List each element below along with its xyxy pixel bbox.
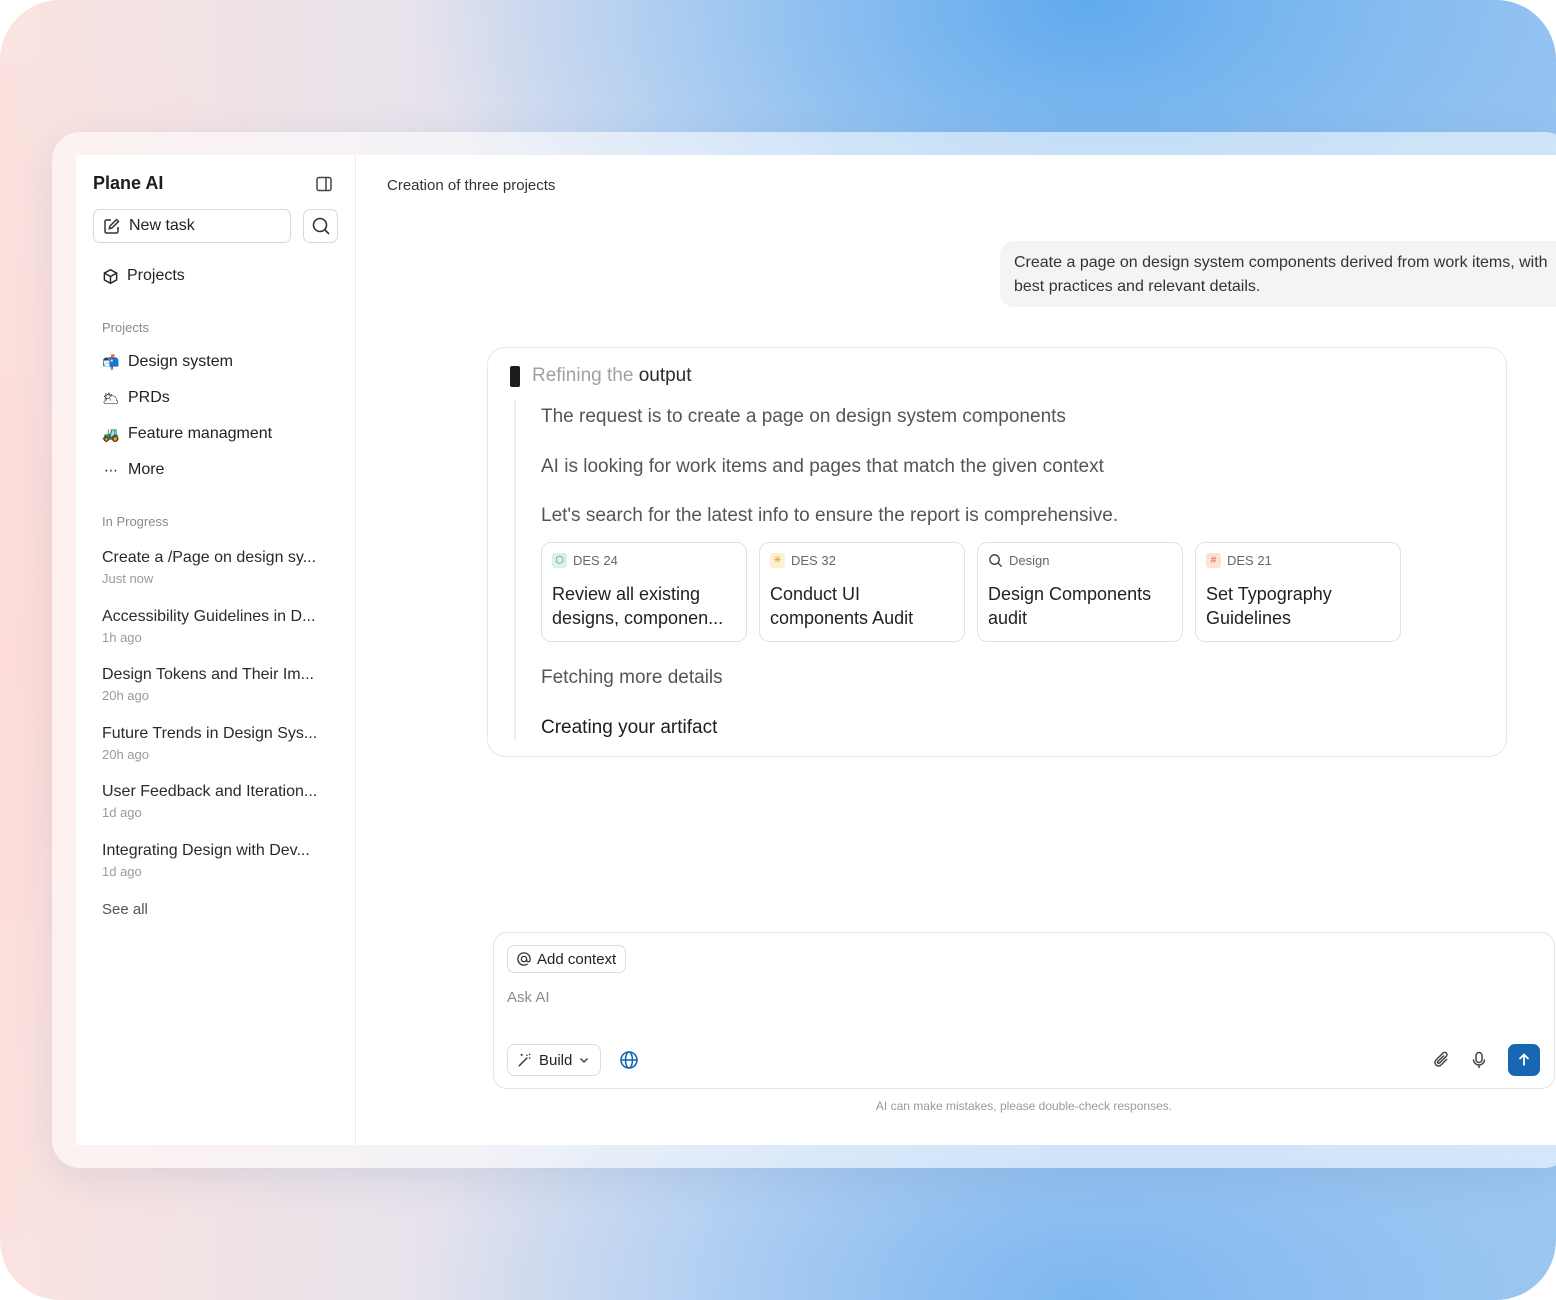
work-item-header: ✳ DES 32: [770, 553, 954, 568]
search-icon: [312, 217, 330, 235]
work-item-header: # DES 21: [1206, 553, 1390, 568]
work-item-card[interactable]: # DES 21 Set Typography Guidelines: [1195, 542, 1401, 642]
reasoning-step: AI is looking for work items and pages t…: [541, 456, 1104, 477]
user-message-bubble: Create a page on design system component…: [1000, 241, 1556, 307]
status-text-muted: Refining the: [532, 365, 634, 386]
project-label: More: [128, 461, 165, 478]
search-button[interactable]: [303, 209, 338, 243]
at-sign-icon: [517, 952, 531, 966]
edit-icon: [104, 218, 120, 234]
task-item[interactable]: Integrating Design with Dev... 1d ago: [102, 842, 342, 879]
globe-icon: [620, 1051, 638, 1069]
more-dots-icon: ⋯: [104, 461, 118, 478]
reasoning-step: Let's search for the latest info to ensu…: [541, 505, 1119, 526]
send-button[interactable]: [1508, 1044, 1540, 1076]
work-item-card[interactable]: ⬡ DES 24 Review all existing designs, co…: [541, 542, 747, 642]
work-item-title: Set Typography Guidelines: [1206, 584, 1332, 628]
task-item[interactable]: Create a /Page on design sy... Just now: [102, 549, 342, 586]
build-mode-dropdown[interactable]: Build: [507, 1044, 602, 1076]
tractor-icon: 🚜: [102, 425, 120, 442]
reasoning-step: Fetching more details: [541, 667, 723, 688]
hash-badge-icon: #: [1206, 553, 1221, 568]
work-item-header: Design: [988, 553, 1172, 568]
microphone-icon: [1472, 1051, 1486, 1068]
nav-projects-label: Projects: [127, 267, 185, 284]
work-item-card[interactable]: Design Design Components audit: [977, 542, 1183, 642]
magic-wand-icon: [518, 1052, 531, 1067]
see-all-link[interactable]: See all: [102, 901, 148, 918]
page-title: Creation of three projects: [387, 177, 556, 194]
work-item-title: Design Components audit: [988, 584, 1152, 628]
sidebar-panel-icon: [316, 176, 332, 192]
work-item-header: ⬡ DES 24: [552, 553, 736, 568]
work-item-id: DES 32: [791, 553, 836, 568]
work-item-title: Conduct UI components Audit: [770, 584, 914, 628]
task-title: Accessibility Guidelines in D...: [102, 608, 316, 625]
voice-input-button[interactable]: [1469, 1050, 1491, 1072]
task-item[interactable]: Future Trends in Design Sys... 20h ago: [102, 725, 342, 762]
task-time: 1d ago: [102, 805, 142, 820]
nav-projects[interactable]: Projects: [102, 267, 185, 285]
sparkle-badge-icon: ✳: [770, 553, 785, 568]
cube-badge-icon: ⬡: [552, 553, 567, 568]
chat-composer: Add context Build: [493, 932, 1555, 1089]
app-window: Plane AI New task Projects Projects 📬 De…: [76, 155, 1556, 1145]
collapse-sidebar-button[interactable]: [315, 175, 333, 193]
task-item[interactable]: User Feedback and Iteration... 1d ago: [102, 783, 342, 820]
cube-icon: [103, 268, 118, 284]
task-time: 20h ago: [102, 688, 149, 703]
ask-ai-input[interactable]: [507, 985, 1407, 1009]
paperclip-icon: [1434, 1051, 1448, 1067]
cloud-icon: 🌥: [102, 389, 120, 406]
new-task-button[interactable]: New task: [93, 209, 291, 243]
status-text: output: [638, 365, 692, 386]
disclaimer-text: AI can make mistakes, please double-chec…: [875, 1099, 1173, 1113]
thread-line: [514, 400, 516, 740]
projects-section-label: Projects: [102, 320, 149, 335]
work-item-id: Design: [1009, 553, 1050, 568]
arrow-up-icon: [1518, 1053, 1530, 1066]
app-title: Plane AI: [93, 173, 164, 193]
task-time: Just now: [102, 571, 154, 586]
new-task-label: New task: [129, 217, 195, 234]
work-item-title: Review all existing designs, componen...: [552, 584, 724, 628]
in-progress-section-label: In Progress: [102, 514, 169, 529]
sidebar: Plane AI New task Projects Projects 📬 De…: [76, 155, 356, 1145]
task-item[interactable]: Accessibility Guidelines in D... 1h ago: [102, 608, 342, 645]
task-title: Future Trends in Design Sys...: [102, 725, 318, 742]
typing-cursor: [510, 365, 520, 387]
project-item-design-system[interactable]: 📬 Design system: [102, 353, 233, 371]
mailbox-icon: 📬: [102, 353, 120, 370]
project-label: PRDs: [128, 389, 170, 406]
web-search-toggle[interactable]: [618, 1049, 640, 1071]
reasoning-step-active: Creating your artifact: [541, 717, 718, 738]
add-context-label: Add context: [537, 950, 617, 968]
task-item[interactable]: Design Tokens and Their Im... 20h ago: [102, 666, 342, 703]
task-title: Integrating Design with Dev...: [102, 842, 310, 859]
work-item-id: DES 21: [1227, 553, 1272, 568]
project-item-more[interactable]: ⋯ More: [102, 461, 164, 479]
work-item-id: DES 24: [573, 553, 618, 568]
build-label: Build: [539, 1051, 573, 1069]
project-item-prds[interactable]: 🌥 PRDs: [102, 389, 170, 407]
add-context-button[interactable]: Add context: [507, 945, 627, 973]
work-item-card[interactable]: ✳ DES 32 Conduct UI components Audit: [759, 542, 965, 642]
task-time: 1d ago: [102, 864, 142, 879]
chevron-down-icon: [580, 1057, 589, 1064]
project-label: Design system: [128, 353, 233, 370]
ai-response-card: Refining the output The request is to cr…: [487, 347, 1507, 757]
task-title: Design Tokens and Their Im...: [102, 666, 314, 683]
project-item-feature-managment[interactable]: 🚜 Feature managment: [102, 425, 272, 443]
task-title: Create a /Page on design sy...: [102, 549, 317, 566]
work-item-cards: ⬡ DES 24 Review all existing designs, co…: [541, 542, 1401, 642]
task-time: 20h ago: [102, 747, 149, 762]
search-icon: [989, 554, 1003, 568]
project-label: Feature managment: [128, 425, 273, 442]
task-time: 1h ago: [102, 630, 142, 645]
status-row: Refining the output: [510, 365, 692, 387]
main-content: Creation of three projects Create a page…: [356, 155, 1556, 1145]
attach-button[interactable]: [1432, 1050, 1454, 1072]
reasoning-step: The request is to create a page on desig…: [541, 406, 1066, 427]
task-title: User Feedback and Iteration...: [102, 783, 318, 800]
